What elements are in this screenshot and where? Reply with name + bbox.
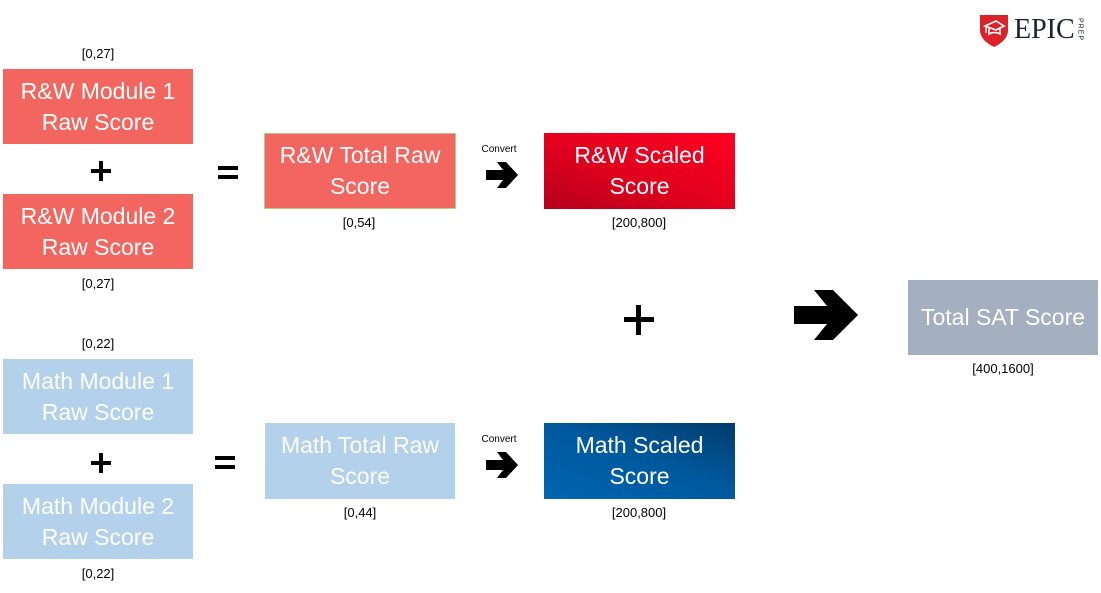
plus-icon xyxy=(91,161,111,181)
epic-prep-logo: EPIC PREP xyxy=(978,12,1084,48)
logo-sub-text: PREP xyxy=(1076,18,1084,42)
equals-icon xyxy=(218,166,238,179)
math-module2-range: [0,22] xyxy=(81,566,115,581)
math-scaled-range: [200,800] xyxy=(611,505,667,520)
rw-module1-range: [0,27] xyxy=(81,46,115,61)
math-module1-range: [0,22] xyxy=(81,336,115,351)
math-total-raw-range: [0,44] xyxy=(343,505,377,520)
shield-graduation-cap-icon xyxy=(980,15,1008,47)
logo-brand-text: EPIC xyxy=(1014,14,1075,45)
math-scaled-box: Math Scaled Score xyxy=(544,423,735,499)
total-sat-score-range: [400,1600] xyxy=(972,361,1034,376)
total-arrow-icon xyxy=(794,290,858,340)
total-sat-score-box: Total SAT Score xyxy=(908,280,1098,355)
rw-module1-box: R&W Module 1 Raw Score xyxy=(3,69,193,144)
math-convert-label: Convert xyxy=(481,434,517,445)
rw-convert-label: Convert xyxy=(481,144,517,155)
rw-total-raw-box: R&W Total Raw Score xyxy=(264,133,456,209)
rw-total-raw-range: [0,54] xyxy=(342,215,376,230)
rw-scaled-range: [200,800] xyxy=(611,215,667,230)
math-module1-box: Math Module 1 Raw Score xyxy=(3,359,193,434)
rw-module2-range: [0,27] xyxy=(81,276,115,291)
rw-convert-arrow-icon xyxy=(486,162,518,188)
sections-plus-icon xyxy=(624,305,654,335)
math-module2-box: Math Module 2 Raw Score xyxy=(3,484,193,559)
rw-module2-box: R&W Module 2 Raw Score xyxy=(3,194,193,269)
math-total-raw-box: Math Total Raw Score xyxy=(265,423,455,499)
math-convert-arrow-icon xyxy=(486,452,518,478)
math-plus-icon xyxy=(91,453,111,473)
math-equals-icon xyxy=(215,456,235,469)
rw-scaled-box: R&W Scaled Score xyxy=(544,133,735,209)
